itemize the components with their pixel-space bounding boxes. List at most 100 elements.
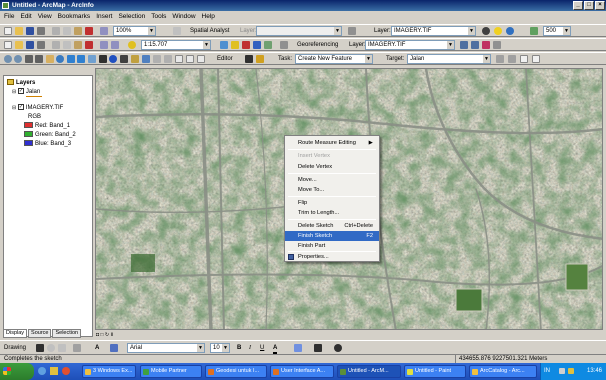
drawing-menu[interactable]: Drawing: [4, 344, 26, 352]
printer-icon[interactable]: [37, 41, 45, 49]
fixed-zoom-out-icon[interactable]: [35, 55, 43, 63]
rectangle-icon[interactable]: [73, 344, 81, 352]
task-geodesi[interactable]: Geodesi untuk I...: [205, 365, 267, 378]
menu-view[interactable]: View: [38, 13, 52, 20]
font-size-combo[interactable]: 10 ▼: [210, 343, 230, 353]
full-extent-icon[interactable]: [56, 55, 64, 63]
zoom-in-icon[interactable]: [4, 55, 12, 63]
toc-root[interactable]: Layers: [7, 79, 35, 87]
brightness-icon[interactable]: [494, 27, 502, 35]
menu-file[interactable]: File: [4, 13, 14, 20]
menu-tools[interactable]: Tools: [151, 13, 166, 20]
command-line-icon[interactable]: [253, 41, 261, 49]
viewer-icon[interactable]: [197, 55, 205, 63]
layer-visibility-checkbox[interactable]: ✓: [17, 88, 24, 95]
save-icon[interactable]: [26, 27, 34, 35]
jalan-symbol[interactable]: [26, 96, 42, 97]
task-mobile-partner[interactable]: Mobile Partner: [140, 365, 202, 378]
clipboard-icon[interactable]: [74, 41, 82, 49]
refresh-icon[interactable]: [173, 27, 181, 35]
new-icon[interactable]: [4, 27, 12, 35]
menu-item-move-to[interactable]: Move To...: [285, 185, 379, 195]
toc-layer-imagery[interactable]: ⊟ ✓ IMAGERY.TIF: [12, 104, 63, 112]
menu-item-move[interactable]: Move...: [285, 175, 379, 185]
overview-icon[interactable]: [175, 55, 183, 63]
open-folder-icon[interactable]: [15, 41, 23, 49]
paste-icon[interactable]: [74, 27, 82, 35]
collapse-icon[interactable]: ⊟: [12, 105, 16, 111]
rotate-icon[interactable]: [460, 41, 468, 49]
analyst-layer-combo[interactable]: ▼: [256, 26, 342, 36]
menu-edit[interactable]: Edit: [20, 13, 31, 20]
bold-button[interactable]: B: [237, 344, 241, 352]
swipe-icon[interactable]: [530, 27, 538, 35]
georeferencing-menu[interactable]: Georeferencing: [297, 41, 338, 49]
marker-color-icon[interactable]: [334, 344, 342, 352]
sketch-properties-icon[interactable]: [532, 55, 540, 63]
attributes-icon[interactable]: [520, 55, 528, 63]
task-arcmap[interactable]: Untitled - ArcM...: [337, 365, 401, 378]
menu-item-delete-vertex[interactable]: Delete Vertex: [285, 162, 379, 172]
select-features-icon[interactable]: [88, 55, 96, 63]
undo-icon[interactable]: [100, 27, 108, 35]
spatial-analyst-label[interactable]: Spatial Analyst: [190, 27, 229, 35]
new-doc-icon[interactable]: [4, 41, 12, 49]
menu-item-delete-sketch[interactable]: Delete Sketch Ctrl+Delete: [285, 221, 379, 231]
link-table-icon[interactable]: [493, 41, 501, 49]
hyperlink-icon[interactable]: [142, 55, 150, 63]
transparency-icon[interactable]: [506, 27, 514, 35]
menu-item-insert-vertex[interactable]: Insert Vertex: [285, 151, 379, 161]
text-tool-icon[interactable]: A: [95, 344, 99, 352]
effects-layer-combo[interactable]: IMAGERY.TIF ▼: [391, 26, 476, 36]
tab-display[interactable]: Display: [3, 329, 28, 338]
layout-view-icon[interactable]: □: [100, 332, 103, 338]
redo-arrow-icon[interactable]: [111, 41, 119, 49]
georef-layer-combo[interactable]: IMAGERY.TIF ▼: [365, 40, 455, 50]
next-extent-icon[interactable]: [77, 55, 85, 63]
menu-item-finish-part[interactable]: Finish Part: [285, 241, 379, 251]
fill-color-icon[interactable]: [294, 344, 302, 352]
tab-source[interactable]: Source: [28, 329, 52, 338]
edit-vertices-icon[interactable]: [110, 344, 118, 352]
menu-item-trim-to-length[interactable]: Trim to Length...: [285, 208, 379, 218]
toc-layer-jalan[interactable]: ⊟ ✓ Jalan: [12, 88, 40, 96]
split-tool-icon[interactable]: [496, 55, 504, 63]
network-icon[interactable]: [559, 368, 565, 374]
print-icon[interactable]: [37, 27, 45, 35]
task-arccatalog[interactable]: ArcCatalog - Arc...: [469, 365, 537, 378]
menu-item-flip[interactable]: Flip: [285, 198, 379, 208]
contrast-icon[interactable]: [482, 27, 490, 35]
task-user-interface[interactable]: User Interface A...: [270, 365, 334, 378]
add-data-icon[interactable]: [128, 41, 136, 49]
scissors-icon[interactable]: [52, 41, 60, 49]
font-color-button[interactable]: A: [273, 344, 278, 354]
sketch-tool-icon[interactable]: [256, 55, 264, 63]
refresh-map-icon[interactable]: ↻: [105, 332, 109, 338]
pan-icon[interactable]: [46, 55, 54, 63]
undo-arrow-icon[interactable]: [100, 41, 108, 49]
edit-tool-icon[interactable]: [245, 55, 253, 63]
menu-window[interactable]: Window: [172, 13, 195, 20]
volume-icon[interactable]: [568, 368, 574, 374]
arctoolbox-icon[interactable]: [242, 41, 250, 49]
toc-icon[interactable]: [231, 41, 239, 49]
target-combo[interactable]: Jalan ▼: [407, 54, 491, 64]
find-icon[interactable]: [120, 55, 128, 63]
swipe-layer-icon[interactable]: [164, 55, 172, 63]
model-builder-icon[interactable]: [264, 41, 272, 49]
shift-icon[interactable]: [471, 41, 479, 49]
select-element-icon[interactable]: [36, 344, 44, 352]
save-disk-icon[interactable]: [26, 41, 34, 49]
language-indicator[interactable]: IN: [544, 363, 550, 380]
editor-menu[interactable]: Editor: [217, 55, 233, 63]
whats-this-icon[interactable]: [280, 41, 288, 49]
pause-drawing-icon[interactable]: Ⅱ: [110, 332, 112, 338]
menu-item-finish-sketch[interactable]: Finish Sketch F2: [285, 231, 379, 241]
fixed-zoom-in-icon[interactable]: [25, 55, 33, 63]
editor-toolbar-icon[interactable]: [220, 41, 228, 49]
rotate-tool-icon[interactable]: [508, 55, 516, 63]
number-combo[interactable]: 500 ▼: [543, 26, 571, 36]
rotate-element-icon[interactable]: [47, 344, 55, 352]
menu-selection[interactable]: Selection: [118, 13, 145, 20]
copy-icon[interactable]: [63, 27, 71, 35]
